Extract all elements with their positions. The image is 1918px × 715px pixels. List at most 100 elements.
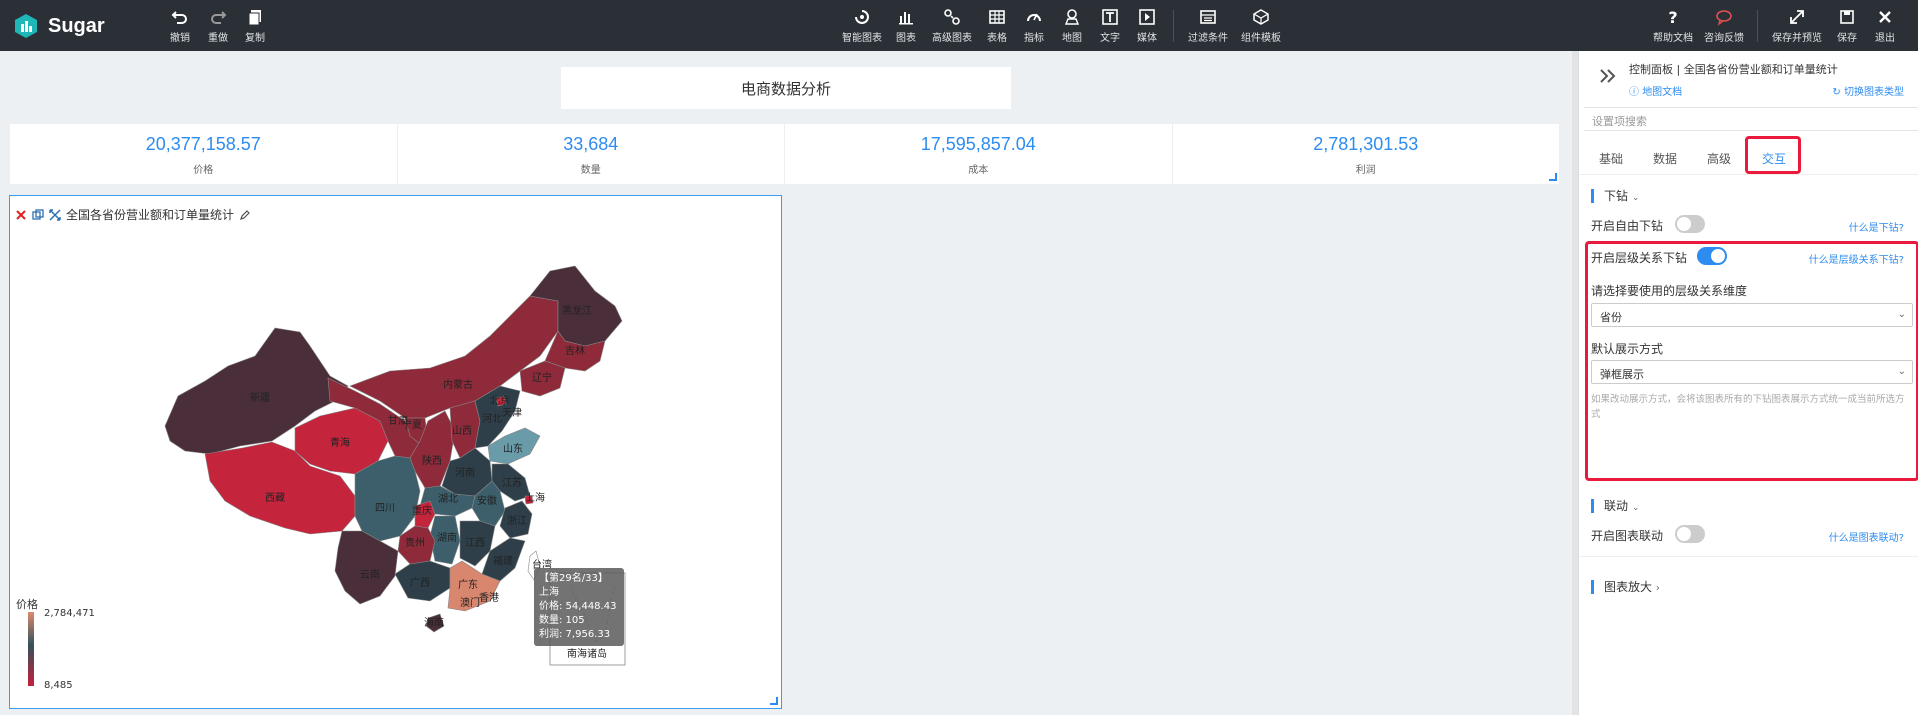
chevron-down-icon: ⌄ [1897,366,1906,377]
free-drill-toggle[interactable] [1675,215,1705,233]
section-linkage[interactable]: 联动 ⌄ [1591,499,1639,513]
info-circle-icon: ⓘ [1629,87,1639,98]
expand-icon [1790,10,1804,24]
help-doc-button[interactable]: ? 帮助文档 [1653,8,1693,44]
settings-search-input[interactable]: 设置项搜索 [1584,107,1918,131]
section-chart-zoom[interactable]: 图表放大 › [1591,580,1660,594]
legend-min: 8,485 [44,680,73,691]
kpi-row[interactable]: 20,377,158.57 价格 33,684 数量 17,595,857.04… [10,124,1560,184]
province-label: 新疆 [250,391,270,404]
toggle-knob [1677,527,1691,541]
help-icon: ? [1668,8,1677,26]
map-tooltip: 【第29名/33】 上海 价格: 54,448.43 数量: 105 利润: 7… [534,568,624,646]
kpi-label: 成本 [968,165,989,176]
kpi-label: 利润 [1355,165,1376,176]
kpi-card: 2,781,301.53 利润 [1173,124,1560,184]
save-preview-button[interactable]: 保存并预览 [1772,8,1822,44]
control-panel: 控制面板 | 全国各省份营业额和订单量统计 ⓘ 地图文档 ↻ 切换图表类型 设置… [1578,51,1918,715]
exit-button[interactable]: 退出 [1865,8,1905,44]
tab-data[interactable]: 数据 [1653,150,1677,167]
province-yunnan[interactable] [334,530,399,605]
kpi-value: 33,684 [563,134,619,154]
legend-title: 价格 [16,598,38,611]
province-label: 江西 [465,537,485,549]
copy-icon [248,10,261,26]
panel-title: 控制面板 | 全国各省份营业额和订单量统计 [1629,63,1838,76]
switch-chart-type-link[interactable]: ↻ 切换图表类型 [1832,83,1904,98]
hier-drill-help-link[interactable]: 什么是层级关系下钻? [1809,251,1904,266]
toolbar-divider [1173,10,1174,42]
display-mode-note: 如果改动展示方式，会将该图表所有的下钻图表展示方式统一成当前所选方式 [1591,394,1905,420]
tooltip-rank: 【第29名/33】 [539,573,608,584]
text-icon [1102,9,1118,25]
kpi-value: 17,595,857.04 [920,134,1036,154]
template-icon [1253,9,1269,25]
province-label: 安徽 [477,494,497,507]
tooltip-quantity: 数量: 105 [539,615,585,626]
kpi-value: 20,377,158.57 [145,134,261,154]
dashboard-title[interactable]: 电商数据分析 [561,67,1011,109]
map-chart-card[interactable]: 全国各省份营业额和订单量统计 新疆 西藏 青海 甘肃 内蒙古 黑龙江 吉林 辽宁… [9,195,782,709]
province-label: 辽宁 [532,371,552,384]
province-label: 黑龙江 [562,304,592,317]
province-label: 宁夏 [402,418,422,431]
top-toolbar: Sugar 撤销 重做 复制 智能图表 图表 高级图表 表格 指标 地图 文字 [0,0,1918,51]
province-label: 香港 [479,592,499,604]
advanced-chart-button[interactable]: 高级图表 [932,8,972,44]
drill-help-link[interactable]: 什么是下钻? [1849,219,1904,234]
tooltip-price: 价格: 54,448.43 [539,601,617,612]
map-doc-link[interactable]: ⓘ 地图文档 [1629,83,1682,98]
section-divider [1579,556,1918,557]
sugar-logo-icon [15,14,37,38]
smart-chart-icon [855,10,869,24]
tab-advanced[interactable]: 高级 [1707,150,1731,167]
close-icon [1879,11,1891,23]
kpi-card: 17,595,857.04 成本 [785,124,1173,184]
province-label: 山东 [503,442,523,455]
media-button[interactable]: 媒体 [1127,8,1167,44]
tab-basic[interactable]: 基础 [1599,150,1623,167]
highlight-box-tab [1745,136,1801,174]
resize-handle[interactable] [1549,173,1557,181]
color-legend: 价格 2,784,471 8,485 [16,596,95,691]
province-label: 吉林 [565,344,585,357]
chart-button[interactable]: 图表 [886,8,926,44]
display-mode-select[interactable]: 弹框展示 ⌄ [1591,360,1913,384]
chevron-down-icon: ⌄ [1897,309,1906,320]
template-button[interactable]: 组件模板 [1241,8,1281,44]
chevron-down-icon: ⌄ [1631,503,1640,513]
province-inner-mongolia[interactable] [349,295,559,419]
app-logo: Sugar [12,12,105,40]
province-label: 青海 [330,436,350,449]
svg-text:?: ? [1668,8,1677,26]
toolbar-divider [1757,10,1758,42]
kpi-card: 33,684 数量 [398,124,785,184]
province-label: 重庆 [412,504,432,517]
tooltip-province: 上海 [539,587,559,598]
copy-button[interactable]: 复制 [235,8,275,44]
linkage-help-link[interactable]: 什么是图表联动? [1829,529,1904,544]
filter-button[interactable]: 过滤条件 [1188,8,1228,44]
toggle-knob [1711,249,1725,263]
feedback-button[interactable]: 咨询反馈 [1704,8,1744,44]
bar-chart-icon [899,12,913,25]
resize-handle[interactable] [770,697,778,705]
province-label: 上海 [525,491,545,504]
media-icon [1139,9,1155,25]
province-label: 天津 [502,407,522,419]
province-sichuan[interactable] [354,455,421,542]
legend-gradient-bar[interactable] [28,612,34,686]
dimension-select[interactable]: 省份 ⌄ [1591,303,1913,327]
gauge-icon [1027,13,1041,22]
province-label: 海南 [424,616,444,629]
province-label: 浙江 [507,515,527,527]
linkage-toggle[interactable] [1675,525,1705,543]
hier-drill-toggle[interactable] [1697,247,1727,265]
province-label: 湖南 [437,531,457,544]
feedback-icon [1716,10,1732,26]
section-drill[interactable]: 下钻 ⌄ [1591,189,1639,203]
china-choropleth-map[interactable]: 新疆西藏青海甘肃内蒙古黑龙江吉林辽宁宁夏陕西山西河北北京天津山东河南江苏安徽湖北… [10,196,781,708]
collapse-panel-icon[interactable] [1599,69,1617,83]
province-label: 贵州 [405,536,425,549]
free-drill-label: 开启自由下钻 [1591,219,1664,233]
